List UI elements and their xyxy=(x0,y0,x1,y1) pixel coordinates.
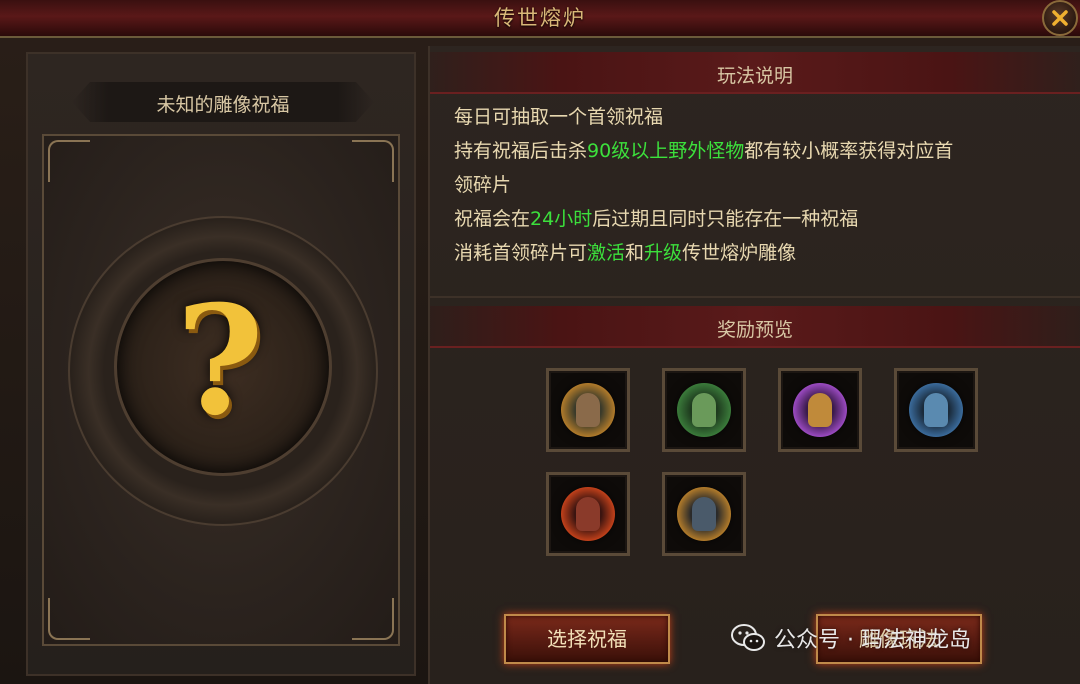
rules-highlight: 24小时 xyxy=(530,208,593,230)
choose-blessing-button[interactable]: 选择祝福 xyxy=(504,614,670,664)
wechat-icon xyxy=(731,624,765,651)
unknown-question-icon: ? xyxy=(176,273,264,449)
boss-portrait-2-icon xyxy=(677,383,731,437)
close-button[interactable] xyxy=(1042,0,1078,36)
rules-highlight: 激活 xyxy=(587,242,626,264)
rules-segment: 领碎片 xyxy=(454,174,512,196)
blessing-card[interactable]: ? xyxy=(42,134,400,646)
rules-segment: 传世熔炉雕像 xyxy=(682,242,797,264)
rules-header: 玩法说明 xyxy=(430,52,1080,94)
reward-slot[interactable] xyxy=(546,472,630,556)
close-icon xyxy=(1052,10,1068,26)
info-panel: 玩法说明 每日可抽取一个首领祝福 持有祝福后击杀90级以上野外怪物都有较小概率获得… xyxy=(428,46,1080,684)
divider xyxy=(430,296,1080,298)
rules-text: 每日可抽取一个首领祝福 持有祝福后击杀90级以上野外怪物都有较小概率获得对应首 领碎… xyxy=(454,100,1074,270)
boss-figure-icon xyxy=(576,497,600,531)
card-corner-ornament xyxy=(48,140,90,182)
rules-highlight: 90级以上野外怪物 xyxy=(587,140,745,162)
rules-segment: 持有祝福后击杀 xyxy=(454,140,588,162)
rules-line: 祝福会在24小时后过期且同时只能存在一种祝福 xyxy=(454,202,1074,236)
statue-panel: 未知的雕像祝福 ? xyxy=(26,52,416,676)
boss-figure-icon xyxy=(576,393,600,427)
reward-slot[interactable] xyxy=(662,472,746,556)
boss-figure-icon xyxy=(808,393,832,427)
boss-portrait-6-icon xyxy=(677,487,731,541)
card-corner-ornament xyxy=(352,598,394,640)
watermark-text: 公众号 · 玛法神龙岛 xyxy=(774,628,971,653)
reward-grid xyxy=(546,368,986,558)
boss-figure-icon xyxy=(692,497,716,531)
rules-segment: 和 xyxy=(625,242,645,264)
card-corner-ornament xyxy=(48,598,90,640)
rules-segment: 每日可抽取一个首领祝福 xyxy=(454,106,664,128)
rules-segment: 后过期且同时只能存在一种祝福 xyxy=(592,208,859,230)
statue-title: 未知的雕像祝福 xyxy=(156,94,290,116)
game-window: 传世熔炉 未知的雕像祝福 ? 玩法说明 每日可抽取一个首领祝福 持有祝福后击杀90… xyxy=(0,0,1080,684)
boss-portrait-1-icon xyxy=(561,383,615,437)
boss-portrait-5-icon xyxy=(561,487,615,541)
reward-slot[interactable] xyxy=(778,368,862,452)
reward-slot[interactable] xyxy=(546,368,630,452)
rewards-header: 奖励预览 xyxy=(430,306,1080,348)
rules-segment: 消耗首领碎片可 xyxy=(454,242,588,264)
rules-segment: 都有较小概率获得对应首 xyxy=(744,140,954,162)
rules-segment: 祝福会在 xyxy=(454,208,531,230)
rules-line: 持有祝福后击杀90级以上野外怪物都有较小概率获得对应首 xyxy=(454,134,1074,168)
window-title: 传世熔炉 xyxy=(494,6,586,30)
reward-slot[interactable] xyxy=(894,368,978,452)
boss-figure-icon xyxy=(692,393,716,427)
boss-portrait-4-icon xyxy=(909,383,963,437)
rewards-header-label: 奖励预览 xyxy=(716,319,793,341)
title-bar: 传世熔炉 xyxy=(0,0,1080,38)
card-corner-ornament xyxy=(352,140,394,182)
rules-line: 每日可抽取一个首领祝福 xyxy=(454,100,1074,134)
statue-header: 未知的雕像祝福 xyxy=(72,82,374,122)
boss-portrait-3-icon xyxy=(793,383,847,437)
rules-header-label: 玩法说明 xyxy=(716,65,793,87)
boss-figure-icon xyxy=(924,393,948,427)
rules-line: 消耗首领碎片可激活和升级传世熔炉雕像 xyxy=(454,236,1074,270)
rules-line: 领碎片 xyxy=(454,168,1074,202)
reward-slot[interactable] xyxy=(662,368,746,452)
watermark: 公众号 · 玛法神龙岛 xyxy=(730,618,971,658)
rules-highlight: 升级 xyxy=(644,242,683,264)
